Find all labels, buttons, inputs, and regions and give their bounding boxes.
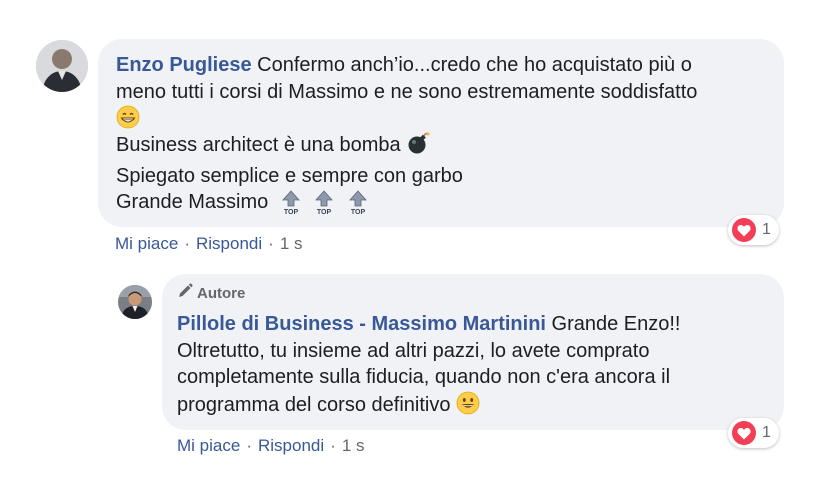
reply-like-link[interactable]: Mi piace <box>177 436 240 455</box>
separator-dot: · <box>246 436 252 455</box>
comment-text-2: meno tutti i corsi di Massimo e ne sono … <box>116 80 698 103</box>
svg-text:TOP: TOP <box>317 209 332 216</box>
comment-reaction-count[interactable]: 1 <box>728 215 779 245</box>
reply-reaction-count[interactable]: 1 <box>728 418 779 448</box>
top-arrow-icon: TOP <box>347 190 369 224</box>
svg-text:TOP: TOP <box>284 209 299 216</box>
reply-reaction-number: 1 <box>762 424 771 441</box>
comment-text-3: Business architect è una bomba <box>116 134 401 156</box>
separator-dot: · <box>184 234 190 253</box>
heart-reaction-icon <box>732 218 756 242</box>
smiling-emoji-icon <box>456 391 480 423</box>
comment-text-4: Spiegato semplice e sempre con garbo <box>116 164 463 187</box>
comment-actions: Mi piace · Rispondi · 1 s <box>115 234 303 254</box>
comment-line-4: Business architect è una bomba <box>116 131 776 163</box>
separator-dot: · <box>268 234 274 253</box>
reply-text-2: Oltretutto, tu insieme ad altri pazzi, l… <box>177 339 650 362</box>
reply-timestamp[interactable]: 1 s <box>342 436 365 455</box>
top-arrow-icon: TOP <box>280 190 302 224</box>
reply-author-name[interactable]: Pillole di Business - Massimo Martinini <box>177 313 546 335</box>
reply-line-1: Pillole di Business - Massimo Martinini … <box>177 311 777 338</box>
heart-reaction-icon <box>732 421 756 445</box>
author-badge: Autore <box>177 283 245 303</box>
comment-reaction-number: 1 <box>762 221 771 238</box>
reply-text-3: completamente sulla fiducia, quando non … <box>177 366 671 388</box>
svg-text:TOP: TOP <box>351 209 366 216</box>
avatar-massimo[interactable] <box>118 285 152 319</box>
comment-author-name[interactable]: Enzo Pugliese <box>116 54 252 76</box>
comment-timestamp[interactable]: 1 s <box>280 234 303 253</box>
reply-body: Pillole di Business - Massimo Martinini … <box>177 311 777 422</box>
reply-line-4: programma del corso definitivo <box>177 391 777 423</box>
comment-emoji-line <box>116 105 776 131</box>
reply-actions: Mi piace · Rispondi · 1 s <box>177 436 365 456</box>
comment-line-6: Grande Massimo TOP TOP TOP <box>116 189 776 224</box>
comment-line-1: Enzo Pugliese Confermo anch’io...credo c… <box>116 52 776 79</box>
comment-reply-link[interactable]: Rispondi <box>196 234 262 253</box>
comment-text-5: Grande Massimo <box>116 191 269 213</box>
comment-like-link[interactable]: Mi piace <box>115 234 178 253</box>
pencil-icon <box>177 283 193 303</box>
reply-reply-link[interactable]: Rispondi <box>258 436 324 455</box>
comment-bubble: Enzo Pugliese Confermo anch’io...credo c… <box>98 39 784 227</box>
reply-text-4: programma del corso definitivo <box>177 393 451 416</box>
comment-text-1: Confermo anch’io...credo che ho acquista… <box>251 54 692 76</box>
avatar-enzo[interactable] <box>36 40 88 92</box>
reply-text-1: Grande Enzo!! <box>545 313 681 335</box>
top-arrow-icon: TOP <box>313 190 335 224</box>
author-badge-label: Autore <box>197 284 246 302</box>
bomb-emoji-icon <box>406 131 430 163</box>
separator-dot: · <box>330 436 336 455</box>
